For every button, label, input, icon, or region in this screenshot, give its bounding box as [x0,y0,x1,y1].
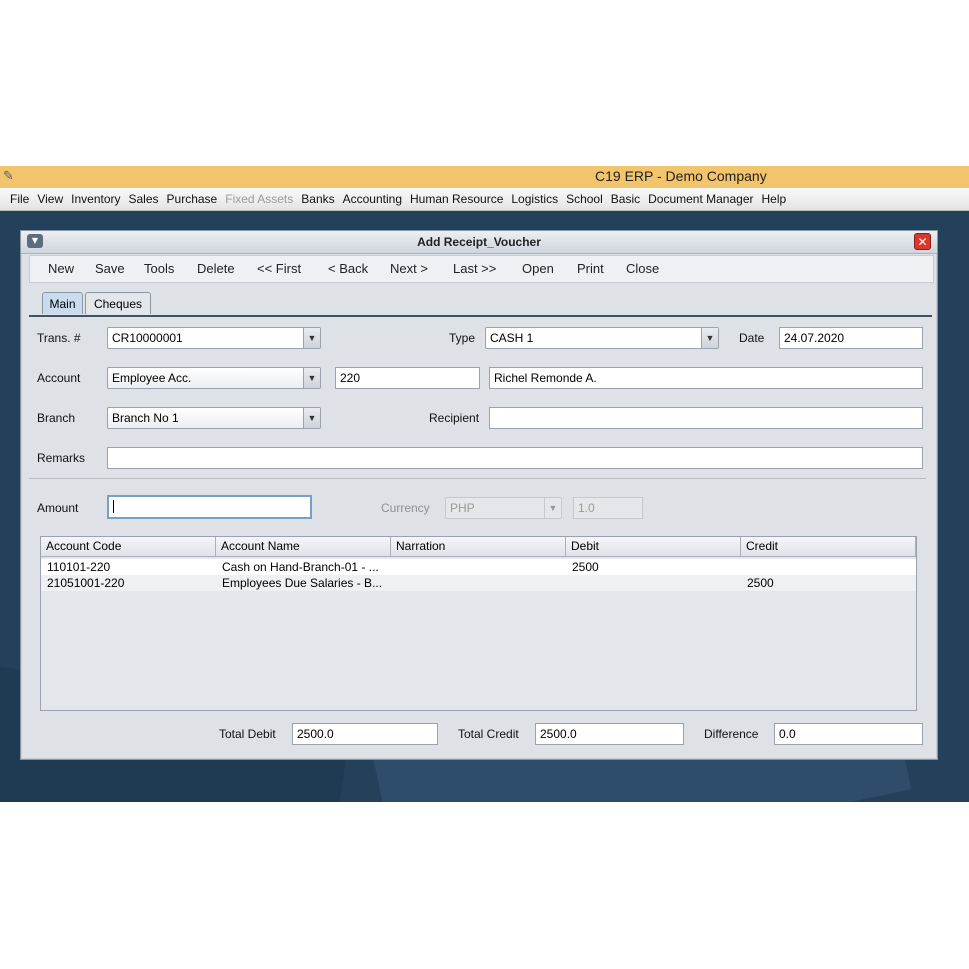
account-type-value: Employee Acc. [112,371,192,385]
menu-item-document-manager[interactable]: Document Manager [644,192,757,206]
app-titlebar: ✎ C19 ERP - Demo Company [0,166,969,188]
print-button[interactable]: Print [577,261,604,276]
account-name-field[interactable]: Richel Remonde A. [489,367,923,389]
recipient-label: Recipient [429,411,480,425]
cell-credit [741,559,916,575]
menu-item-help[interactable]: Help [758,192,791,206]
cell-narration [391,559,566,575]
currency-combo[interactable]: PHP ▼ [445,497,562,519]
window-title: Add Receipt_Voucher [417,235,541,249]
difference-field[interactable]: 0.0 [774,723,923,745]
total-debit-field[interactable]: 2500.0 [292,723,438,745]
window-close-icon[interactable]: ✕ [914,233,931,250]
app-title: C19 ERP - Demo Company [595,168,767,184]
cell-account-code: 21051001-220 [47,576,125,590]
erp-application: ✎ C19 ERP - Demo Company File View Invento… [0,166,969,802]
receipt-voucher-window: ▼ Add Receipt_Voucher ✕ New Save Tools D… [20,230,938,760]
branch-value: Branch No 1 [112,411,179,425]
total-credit-field[interactable]: 2500.0 [535,723,684,745]
date-label: Date [739,331,765,345]
table-row[interactable]: 21051001-220 Employees Due Salaries - B..… [41,575,916,591]
open-button[interactable]: Open [522,261,554,276]
app-logo-icon: ✎ [3,169,14,184]
new-button[interactable]: New [48,261,74,276]
recipient-field[interactable] [489,407,923,429]
tools-button[interactable]: Tools [144,261,174,276]
account-code-field[interactable]: 220 [335,367,480,389]
account-type-combo[interactable]: Employee Acc. ▼ [107,367,321,389]
chevron-down-icon[interactable]: ▼ [303,368,320,388]
branch-label: Branch [37,411,76,425]
cell-debit [566,575,741,591]
delete-button[interactable]: Delete [197,261,235,276]
menu-item-file[interactable]: File [6,192,33,206]
tab-divider [29,315,932,317]
first-button[interactable]: << First [257,261,301,276]
menu-item-banks[interactable]: Banks [297,192,338,206]
menu-item-accounting[interactable]: Accounting [339,192,406,206]
menu-item-logistics[interactable]: Logistics [507,192,562,206]
difference-label: Difference [704,727,759,741]
menu-item-school[interactable]: School [562,192,607,206]
amount-label: Amount [37,501,79,515]
menu-item-inventory[interactable]: Inventory [67,192,124,206]
type-combo[interactable]: CASH 1 ▼ [485,327,719,349]
menu-item-human-resource[interactable]: Human Resource [406,192,507,206]
next-button[interactable]: Next > [390,261,428,276]
cell-debit: 2500 [572,560,599,574]
currency-label: Currency [381,501,430,515]
type-value: CASH 1 [490,331,534,345]
back-button[interactable]: < Back [328,261,368,276]
date-field[interactable]: 24.07.2020 [779,327,923,349]
account-label: Account [37,371,81,385]
trans-label: Trans. # [37,331,81,345]
trans-number-combo[interactable]: CR10000001 ▼ [107,327,321,349]
currency-value: PHP [450,501,475,515]
column-header-debit[interactable]: Debit [566,537,741,557]
cell-account-name: Employees Due Salaries - B... [222,576,383,590]
menu-item-basic[interactable]: Basic [607,192,644,206]
tab-main[interactable]: Main [42,292,83,314]
cell-narration [391,575,566,591]
remarks-field[interactable] [107,447,923,469]
voucher-lines-table[interactable]: Account Code Account Name Narration Debit Cr… [40,536,917,711]
cell-credit: 2500 [747,576,774,590]
column-header-account-name[interactable]: Account Name [216,537,391,557]
menu-item-fixed-assets: Fixed Assets [225,192,294,206]
save-button[interactable]: Save [95,261,125,276]
cell-account-code: 110101-220 [47,560,111,574]
chevron-down-icon[interactable]: ▼ [303,328,320,348]
trans-number-value: CR10000001 [112,331,183,345]
text-cursor [113,500,114,514]
branch-combo[interactable]: Branch No 1 ▼ [107,407,321,429]
total-debit-label: Total Debit [219,727,276,741]
toolbar: New Save Tools Delete << First < Back Ne… [29,255,934,283]
tab-cheques[interactable]: Cheques [85,292,151,314]
type-label: Type [449,331,476,345]
column-header-narration[interactable]: Narration [391,537,566,557]
form-separator [29,478,926,479]
chevron-down-icon[interactable]: ▼ [701,328,718,348]
exchange-rate-field[interactable]: 1.0 [573,497,643,519]
column-header-credit[interactable]: Credit [741,537,916,557]
window-titlebar[interactable]: ▼ Add Receipt_Voucher ✕ [21,231,937,254]
chevron-down-icon[interactable]: ▼ [544,498,561,518]
menu-list: File View Inventory Sales Purchase Fixed Asse… [0,188,969,210]
menu-item-sales[interactable]: Sales [125,192,163,206]
close-button[interactable]: Close [626,261,659,276]
column-header-account-code[interactable]: Account Code [41,537,216,557]
chevron-down-icon[interactable]: ▼ [303,408,320,428]
cell-account-name: Cash on Hand-Branch-01 - ... [222,560,379,574]
amount-field[interactable] [107,495,312,519]
total-credit-label: Total Credit [458,727,519,741]
last-button[interactable]: Last >> [453,261,496,276]
menu-item-purchase[interactable]: Purchase [163,192,222,206]
menu-item-view[interactable]: View [33,192,67,206]
remarks-label: Remarks [37,451,86,465]
menu-bar: File View Inventory Sales Purchase Fixed Asse… [0,188,969,211]
table-row[interactable]: 110101-220 Cash on Hand-Branch-01 - ... 25… [41,559,916,575]
